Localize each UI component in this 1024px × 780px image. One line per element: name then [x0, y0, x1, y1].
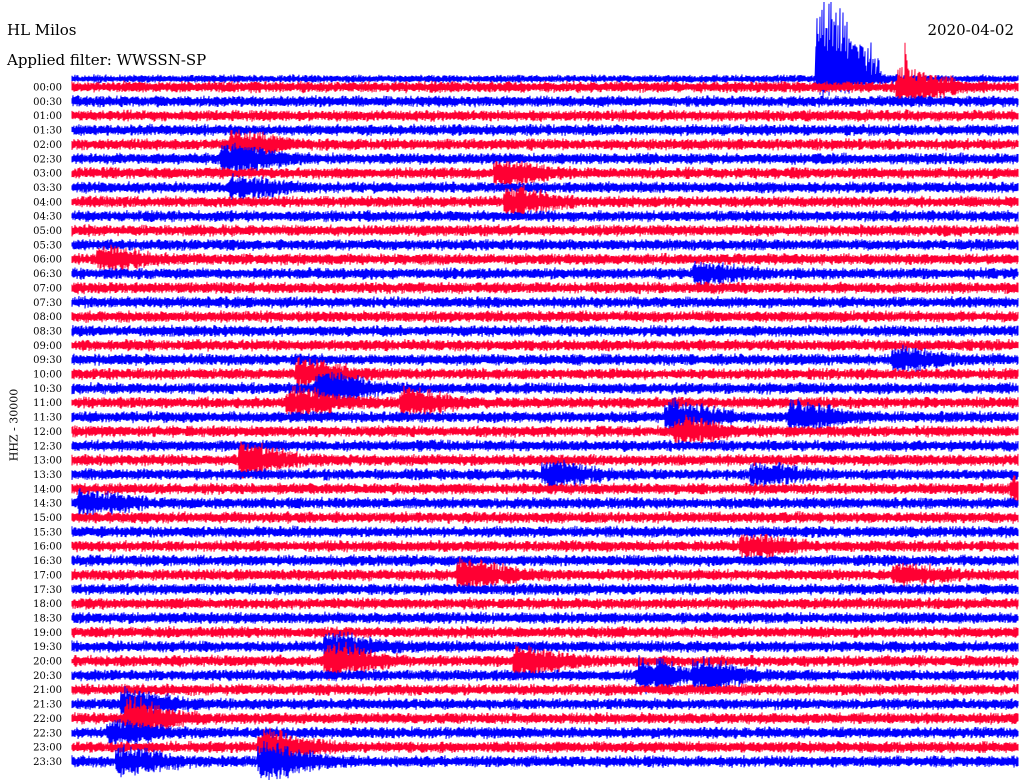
trace-row-0700	[71, 281, 1019, 295]
trace-row-0900	[71, 338, 1019, 352]
row-label: 04:00	[33, 197, 62, 208]
row-label: 17:00	[33, 570, 62, 581]
row-label: 19:30	[33, 642, 62, 653]
trace-group	[71, 1, 1019, 780]
row-label: 18:00	[33, 599, 62, 610]
row-label: 11:00	[33, 398, 62, 409]
row-label: 02:30	[33, 154, 62, 165]
row-label: 02:00	[33, 140, 62, 151]
row-label: 14:30	[33, 499, 62, 510]
row-label: 01:30	[33, 126, 62, 137]
row-label: 03:00	[33, 169, 62, 180]
row-label: 05:30	[33, 240, 62, 251]
row-label: 14:00	[33, 484, 62, 495]
seismogram-chart: 00:00 00:30 01:00 01:30 02:00 02:30 03:00 03:30…	[33, 1, 1019, 780]
row-label: 15:30	[33, 527, 62, 538]
row-label: 23:00	[33, 743, 62, 754]
row-label: 20:30	[33, 671, 62, 682]
row-label: 00:00	[33, 83, 62, 94]
trace-row-1800	[71, 597, 1019, 610]
trace-row-1600	[71, 533, 1019, 562]
trace-row-0730	[71, 295, 1019, 309]
trace-row-1900	[71, 625, 1019, 639]
row-label: 17:30	[33, 585, 62, 596]
row-label: 20:00	[33, 657, 62, 668]
row-label: 19:00	[33, 628, 62, 639]
trace-row-1230	[71, 439, 1019, 453]
row-label: 03:30	[33, 183, 62, 194]
row-label: 07:00	[33, 283, 62, 294]
trace-row-0030	[71, 95, 1019, 108]
row-label: 09:30	[33, 355, 62, 366]
row-label: 21:00	[33, 685, 62, 696]
trace-row-1630	[71, 554, 1019, 567]
row-label: 00:30	[33, 97, 62, 108]
trace-row-0100	[71, 109, 1019, 123]
row-label: 05:00	[33, 226, 62, 237]
row-label: 10:30	[33, 384, 62, 395]
row-label: 06:00	[33, 255, 62, 266]
row-label: 11:30	[33, 413, 62, 424]
trace-row-0530	[71, 238, 1019, 252]
row-label: 23:30	[33, 757, 62, 768]
trace-row-0800	[71, 310, 1019, 324]
trace-row-0830	[71, 324, 1019, 338]
row-label: 12:30	[33, 441, 62, 452]
row-label: 22:30	[33, 728, 62, 739]
row-label: 06:30	[33, 269, 62, 280]
row-label: 09:00	[33, 341, 62, 352]
trace-row-0430	[71, 209, 1019, 223]
row-label: 04:30	[33, 212, 62, 223]
row-label: 18:30	[33, 613, 62, 624]
trace-row-1500	[71, 511, 1019, 524]
row-label: 22:00	[33, 714, 62, 725]
row-label: 12:00	[33, 427, 62, 438]
row-label: 21:30	[33, 700, 62, 711]
row-label: 16:30	[33, 556, 62, 567]
row-label: 16:00	[33, 542, 62, 553]
row-label: 08:00	[33, 312, 62, 323]
row-label: 15:00	[33, 513, 62, 524]
trace-row-1830	[71, 611, 1019, 625]
row-label: 10:00	[33, 370, 62, 381]
trace-row-0130	[71, 123, 1019, 137]
trace-row-1530	[71, 525, 1019, 539]
row-label: 08:30	[33, 326, 62, 337]
row-label: 13:30	[33, 470, 62, 481]
trace-row-2100	[71, 683, 1019, 697]
row-label: 13:00	[33, 456, 62, 467]
row-label: 01:00	[33, 111, 62, 122]
trace-row-0500	[71, 224, 1019, 238]
row-label: 07:30	[33, 298, 62, 309]
row-label-group: 00:00 00:30 01:00 01:30 02:00 02:30 03:00 03:30…	[33, 83, 62, 768]
trace-row-1730	[71, 582, 1019, 596]
